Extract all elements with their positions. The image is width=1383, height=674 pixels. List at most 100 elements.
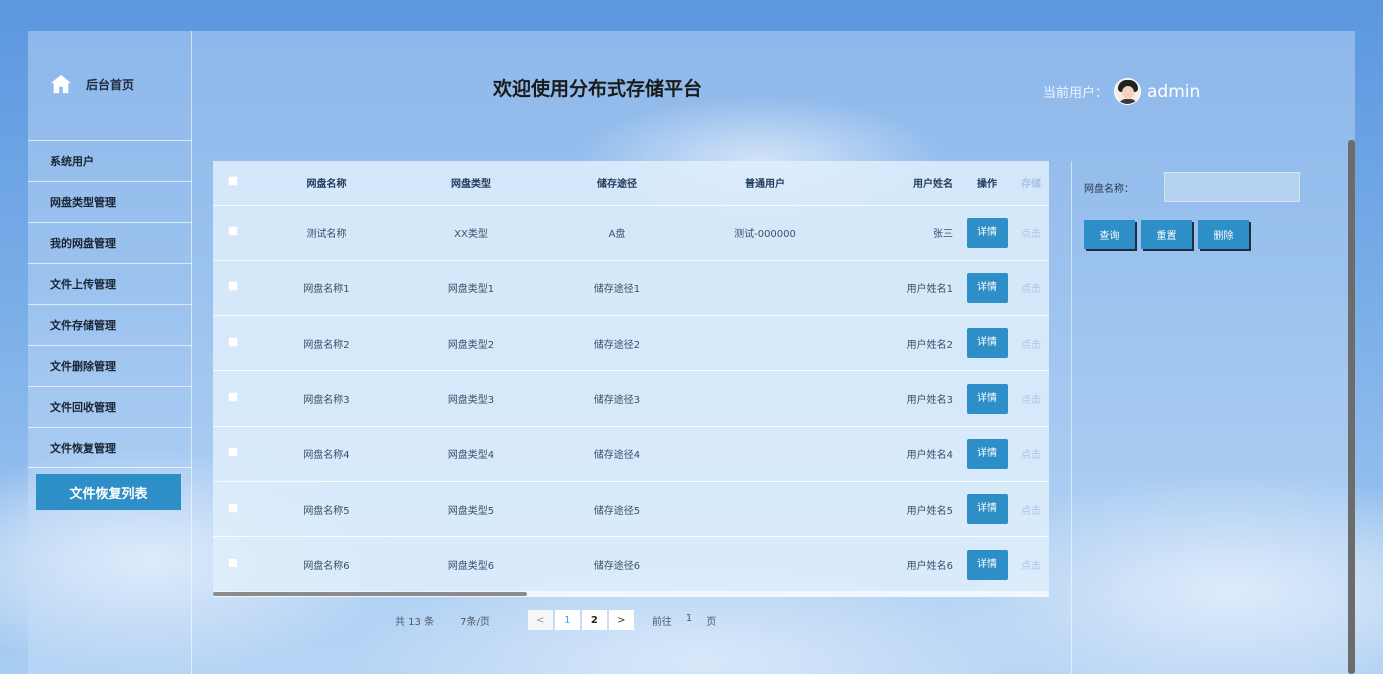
cell-user bbox=[692, 480, 838, 537]
sidebar-item-file-restore[interactable]: 文件恢复管理 bbox=[28, 427, 192, 468]
column-header[interactable]: 存储 bbox=[1021, 161, 1049, 205]
goto-page-input[interactable]: 1 bbox=[686, 613, 692, 628]
data-table: 网盘名称 网盘类型 储存途径 普通用户 用户姓名 操作 存储 测试名称 XX类型… bbox=[213, 161, 1049, 597]
sidebar-item-my-disk[interactable]: 我的网盘管理 bbox=[28, 222, 192, 263]
sidebar-subitem-restore-list[interactable]: 文件恢复列表 bbox=[36, 474, 181, 510]
pagination-total: 共 13 条 bbox=[395, 616, 435, 628]
scrollbar-thumb[interactable] bbox=[213, 592, 527, 596]
cell-user bbox=[692, 370, 838, 427]
search-form: 网盘名称： bbox=[1084, 172, 1300, 202]
cell-name: 网盘名称6 bbox=[253, 536, 400, 593]
cell-path: A盘 bbox=[542, 204, 692, 261]
cell-name: 网盘名称2 bbox=[253, 315, 400, 371]
column-header[interactable]: 普通用户 bbox=[692, 161, 838, 205]
table-row: 网盘名称3 网盘类型3 储存途径3 用户姓名3 详情 点击 bbox=[213, 370, 1049, 427]
cell-path: 储存途径3 bbox=[542, 370, 692, 427]
cell-name: 网盘名称3 bbox=[253, 370, 400, 427]
row-checkbox[interactable] bbox=[228, 447, 238, 458]
table-row: 网盘名称6 网盘类型6 储存途径6 用户姓名6 详情 点击 bbox=[213, 536, 1049, 593]
select-all-checkbox[interactable] bbox=[228, 176, 238, 187]
cell-path: 储存途径4 bbox=[542, 425, 692, 482]
row-checkbox[interactable] bbox=[228, 392, 238, 403]
sidebar-item-file-delete[interactable]: 文件删除管理 bbox=[28, 345, 192, 386]
cell-user: 测试-000000 bbox=[692, 204, 838, 261]
column-header[interactable]: 网盘类型 bbox=[400, 161, 542, 205]
table-row: 网盘名称1 网盘类型1 储存途径1 用户姓名1 详情 点击 bbox=[213, 259, 1049, 316]
sidebar-item-file-storage[interactable]: 文件存储管理 bbox=[28, 304, 192, 345]
page-button-1[interactable]: 1 bbox=[554, 610, 580, 630]
cell-path: 储存途径6 bbox=[542, 536, 692, 593]
reset-button[interactable]: 重置 bbox=[1141, 220, 1192, 249]
row-checkbox[interactable] bbox=[228, 502, 238, 513]
table-horizontal-scrollbar[interactable] bbox=[213, 591, 1049, 597]
cell-extra[interactable]: 点击 bbox=[1021, 480, 1049, 537]
column-header[interactable]: 储存途径 bbox=[542, 161, 692, 205]
cell-name: 网盘名称4 bbox=[253, 425, 400, 482]
cell-username: 用户姓名2 bbox=[838, 315, 953, 371]
table-header: 网盘名称 网盘类型 储存途径 普通用户 用户姓名 操作 存储 bbox=[213, 161, 1049, 205]
column-header[interactable]: 操作 bbox=[953, 161, 1021, 205]
goto-label: 前往 bbox=[651, 616, 672, 628]
page-button-2[interactable]: 2 bbox=[581, 610, 607, 630]
cell-extra[interactable]: 点击 bbox=[1021, 259, 1049, 316]
disk-name-input[interactable] bbox=[1164, 172, 1300, 202]
sidebar: 后台首页 系统用户 网盘类型管理 我的网盘管理 文件上传管理 文件存储管理 文件… bbox=[28, 31, 192, 674]
row-checkbox[interactable] bbox=[228, 281, 238, 292]
home-link[interactable]: 后台首页 bbox=[50, 73, 134, 95]
current-user-label: 当前用户： bbox=[1043, 86, 1109, 101]
cell-path: 储存途径5 bbox=[542, 480, 692, 537]
cell-extra[interactable]: 点击 bbox=[1021, 204, 1049, 261]
cell-username: 用户姓名1 bbox=[838, 259, 953, 316]
row-checkbox[interactable] bbox=[228, 226, 238, 237]
cell-type: XX类型 bbox=[400, 204, 542, 261]
cell-name: 测试名称 bbox=[253, 204, 400, 261]
cell-path: 储存途径1 bbox=[542, 259, 692, 316]
cell-user bbox=[692, 259, 838, 316]
detail-button[interactable]: 详情 bbox=[966, 383, 1008, 414]
row-checkbox[interactable] bbox=[228, 558, 238, 569]
query-button[interactable]: 查询 bbox=[1084, 220, 1135, 249]
cell-extra[interactable]: 点击 bbox=[1021, 536, 1049, 593]
column-header[interactable]: 用户姓名 bbox=[838, 161, 953, 205]
detail-button[interactable]: 详情 bbox=[966, 438, 1008, 469]
sidebar-item-file-recycle[interactable]: 文件回收管理 bbox=[28, 386, 192, 427]
sidebar-item-file-upload[interactable]: 文件上传管理 bbox=[28, 263, 192, 304]
detail-button[interactable]: 详情 bbox=[966, 272, 1008, 303]
sidebar-menu: 系统用户 网盘类型管理 我的网盘管理 文件上传管理 文件存储管理 文件删除管理 … bbox=[28, 140, 192, 468]
cell-user bbox=[692, 536, 838, 593]
delete-button[interactable]: 删除 bbox=[1198, 220, 1249, 249]
pagination-size[interactable]: 7条/页 bbox=[460, 613, 490, 628]
sidebar-item-system-users[interactable]: 系统用户 bbox=[28, 140, 192, 181]
cell-username: 张三 bbox=[838, 204, 953, 261]
current-user: 当前用户： admin bbox=[1043, 78, 1200, 105]
page-vertical-scrollbar[interactable] bbox=[1348, 140, 1355, 674]
column-header[interactable]: 网盘名称 bbox=[253, 161, 400, 205]
sidebar-item-disk-type[interactable]: 网盘类型管理 bbox=[28, 181, 192, 222]
detail-button[interactable]: 详情 bbox=[966, 328, 1008, 359]
table-row: 网盘名称4 网盘类型4 储存途径4 用户姓名4 详情 点击 bbox=[213, 425, 1049, 482]
search-buttons: 查询 重置 删除 bbox=[1084, 220, 1249, 249]
cell-name: 网盘名称1 bbox=[253, 259, 400, 316]
search-label: 网盘名称： bbox=[1084, 183, 1134, 195]
cell-path: 储存途径2 bbox=[542, 315, 692, 371]
cell-extra[interactable]: 点击 bbox=[1021, 425, 1049, 482]
row-checkbox[interactable] bbox=[228, 336, 238, 347]
prev-page-button[interactable]: < bbox=[527, 610, 553, 630]
pagination: 共 13 条 7条/页 < 1 2 > 前往 1 页 bbox=[395, 610, 716, 630]
cell-type: 网盘类型3 bbox=[400, 370, 542, 427]
right-divider bbox=[1071, 161, 1072, 674]
cell-username: 用户姓名4 bbox=[838, 425, 953, 482]
cell-extra[interactable]: 点击 bbox=[1021, 315, 1049, 371]
cell-username: 用户姓名5 bbox=[838, 480, 953, 537]
cell-type: 网盘类型1 bbox=[400, 259, 542, 316]
cell-username: 用户姓名3 bbox=[838, 370, 953, 427]
cell-extra[interactable]: 点击 bbox=[1021, 370, 1049, 427]
cell-type: 网盘类型2 bbox=[400, 315, 542, 371]
cell-user bbox=[692, 425, 838, 482]
detail-button[interactable]: 详情 bbox=[966, 217, 1008, 248]
avatar[interactable] bbox=[1114, 78, 1142, 105]
table-row: 网盘名称5 网盘类型5 储存途径5 用户姓名5 详情 点击 bbox=[213, 480, 1049, 537]
detail-button[interactable]: 详情 bbox=[966, 494, 1008, 525]
next-page-button[interactable]: > bbox=[608, 610, 634, 630]
detail-button[interactable]: 详情 bbox=[966, 549, 1008, 580]
